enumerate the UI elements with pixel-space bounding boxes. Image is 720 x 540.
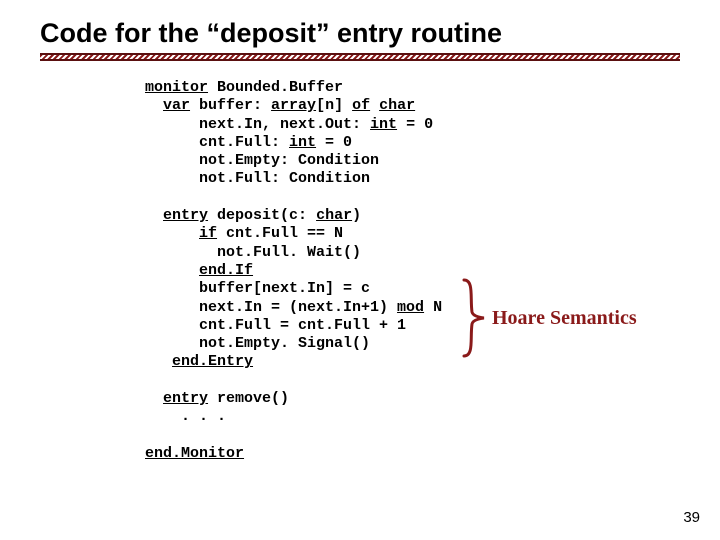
annotation-label: Hoare Semantics <box>492 307 637 330</box>
title-divider <box>40 53 680 61</box>
code-block: monitor Bounded.Buffer var buffer: array… <box>145 79 680 463</box>
page-title: Code for the “deposit” entry routine <box>40 18 680 49</box>
brace-icon <box>460 278 486 358</box>
page-number: 39 <box>683 509 700 526</box>
annotation-callout: Hoare Semantics <box>460 278 637 358</box>
